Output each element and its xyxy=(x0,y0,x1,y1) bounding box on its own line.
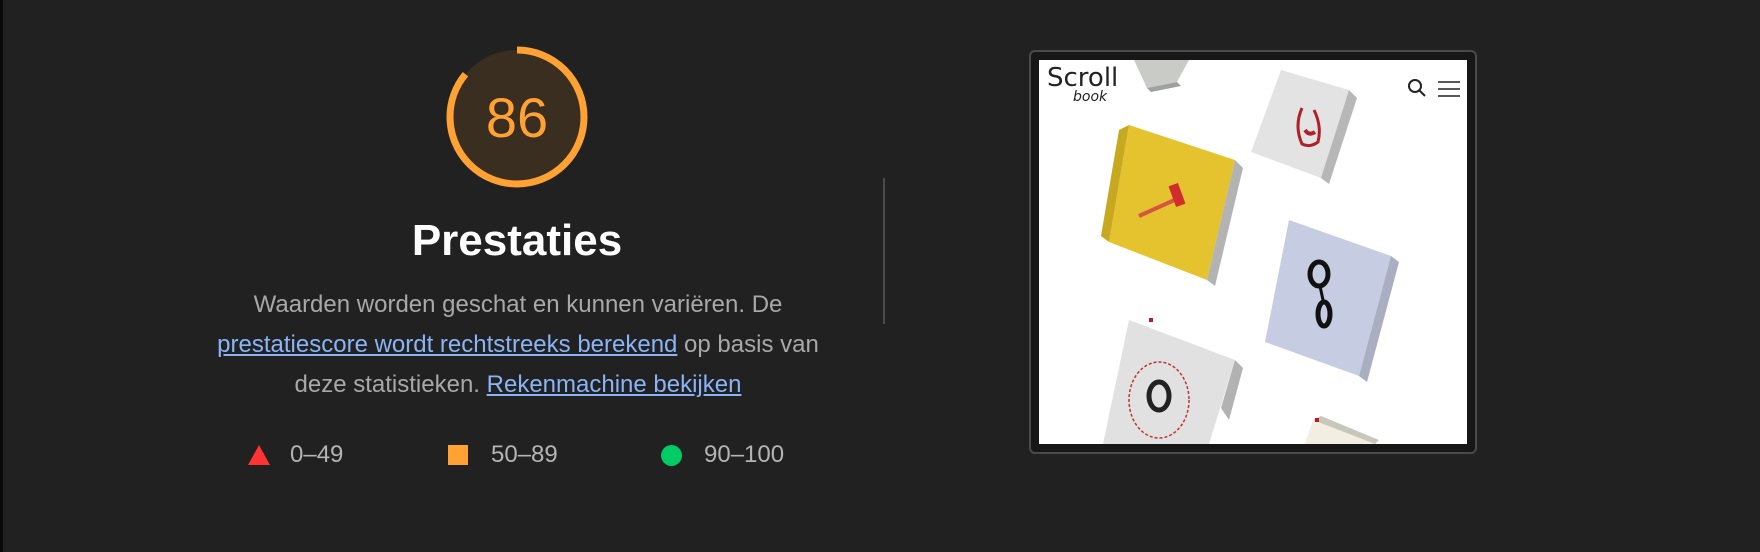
vertical-divider xyxy=(883,178,885,324)
page-screenshot-frame[interactable]: Scroll book xyxy=(1029,50,1477,454)
legend-item-pass: 90–100 xyxy=(661,441,784,469)
page-screenshot: Scroll book xyxy=(1039,60,1467,444)
search-icon xyxy=(1407,78,1427,103)
hamburger-menu-icon xyxy=(1437,80,1461,103)
description-text-1: Waarden worden geschat en kunnen variëre… xyxy=(253,291,783,318)
score-description: Waarden worden geschat en kunnen variëre… xyxy=(203,285,833,405)
orange-square-icon xyxy=(448,445,468,465)
legend-label-fail: 0–49 xyxy=(290,441,344,468)
calculator-link[interactable]: Rekenmachine bekijken xyxy=(487,371,742,398)
score-gauge: 86 xyxy=(443,43,591,191)
legend-label-average: 50–89 xyxy=(491,441,558,468)
legend-item-average: 50–89 xyxy=(448,441,558,469)
logo-title: Scroll xyxy=(1047,63,1119,93)
legend-item-fail: 0–49 xyxy=(248,441,343,469)
red-triangle-icon xyxy=(248,445,270,465)
scrollbook-logo: Scroll book xyxy=(1047,63,1119,104)
score-calculation-link[interactable]: prestatiescore wordt rechtstreeks bereke… xyxy=(217,331,677,358)
score-value: 86 xyxy=(485,85,549,149)
books-illustration xyxy=(1101,60,1399,444)
green-circle-icon xyxy=(661,444,682,466)
performance-summary-panel: 86 Prestaties Waarden worden geschat en … xyxy=(0,0,1760,552)
legend-label-pass: 90–100 xyxy=(704,441,785,468)
category-title: Prestaties xyxy=(411,216,623,265)
